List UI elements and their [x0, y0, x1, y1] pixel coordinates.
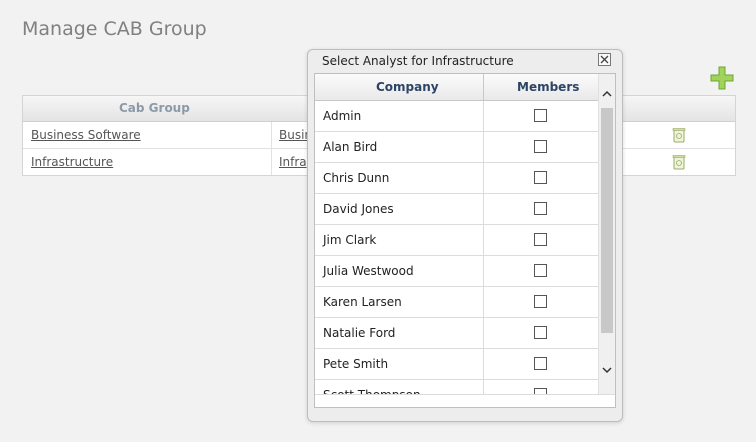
list-item: Alan Bird	[315, 132, 598, 163]
page-title: Manage CAB Group	[22, 18, 207, 40]
vertical-scrollbar[interactable]	[598, 74, 615, 394]
analyst-list: Company Members Admin Alan Bird Chris Dunn…	[314, 73, 616, 408]
analyst-name: Chris Dunn	[323, 171, 390, 185]
column-header-cab-group: Cab Group	[119, 101, 190, 115]
member-checkbox[interactable]	[534, 264, 547, 277]
column-divider	[483, 349, 484, 379]
member-checkbox[interactable]	[534, 233, 547, 246]
plus-icon[interactable]	[710, 66, 734, 90]
analyst-name: David Jones	[323, 202, 394, 216]
column-divider	[483, 163, 484, 193]
scrollbar-thumb[interactable]	[601, 108, 613, 333]
analyst-name: Alan Bird	[323, 140, 378, 154]
analyst-name: Jim Clark	[323, 233, 377, 247]
analyst-rows: Admin Alan Bird Chris Dunn David Jones Jim C…	[315, 101, 598, 407]
analyst-name: Julia Westwood	[323, 264, 414, 278]
column-header-members: Members	[517, 80, 580, 94]
list-item: Admin	[315, 101, 598, 132]
member-checkbox[interactable]	[534, 202, 547, 215]
analyst-name: Natalie Ford	[323, 326, 396, 340]
list-item: Pete Smith	[315, 349, 598, 380]
column-divider	[483, 101, 484, 131]
close-icon	[600, 55, 609, 64]
list-header: Company Members	[315, 74, 598, 101]
column-divider	[483, 225, 484, 255]
column-divider	[271, 122, 272, 148]
member-checkbox[interactable]	[534, 357, 547, 370]
column-divider	[271, 149, 272, 175]
analyst-name: Karen Larsen	[323, 295, 402, 309]
list-footer	[315, 394, 615, 407]
column-divider	[483, 194, 484, 224]
column-divider	[483, 132, 484, 162]
list-item: Jim Clark	[315, 225, 598, 256]
analyst-name: Admin	[323, 109, 362, 123]
close-button[interactable]	[598, 53, 611, 66]
analyst-name: Pete Smith	[323, 357, 389, 371]
column-divider	[483, 318, 484, 348]
member-checkbox[interactable]	[534, 140, 547, 153]
member-checkbox[interactable]	[534, 171, 547, 184]
delete-icon[interactable]	[672, 127, 686, 143]
column-divider	[483, 287, 484, 317]
list-item: Natalie Ford	[315, 318, 598, 349]
chevron-down-icon[interactable]	[601, 364, 613, 376]
member-checkbox[interactable]	[534, 326, 547, 339]
delete-icon[interactable]	[672, 154, 686, 170]
column-divider	[483, 256, 484, 286]
chevron-up-icon[interactable]	[601, 88, 613, 100]
cab-group-link[interactable]: Business Software	[31, 128, 141, 142]
list-item: David Jones	[315, 194, 598, 225]
member-checkbox[interactable]	[534, 295, 547, 308]
cab-group-secondary-link[interactable]: Infra	[279, 155, 307, 169]
list-item: Karen Larsen	[315, 287, 598, 318]
list-item: Chris Dunn	[315, 163, 598, 194]
select-analyst-dialog: Select Analyst for Infrastructure Compan…	[307, 49, 623, 422]
column-divider	[483, 74, 484, 100]
cab-group-link[interactable]: Infrastructure	[31, 155, 113, 169]
member-checkbox[interactable]	[534, 109, 547, 122]
dialog-title: Select Analyst for Infrastructure	[322, 54, 514, 68]
list-item: Julia Westwood	[315, 256, 598, 287]
column-header-company: Company	[376, 80, 439, 94]
